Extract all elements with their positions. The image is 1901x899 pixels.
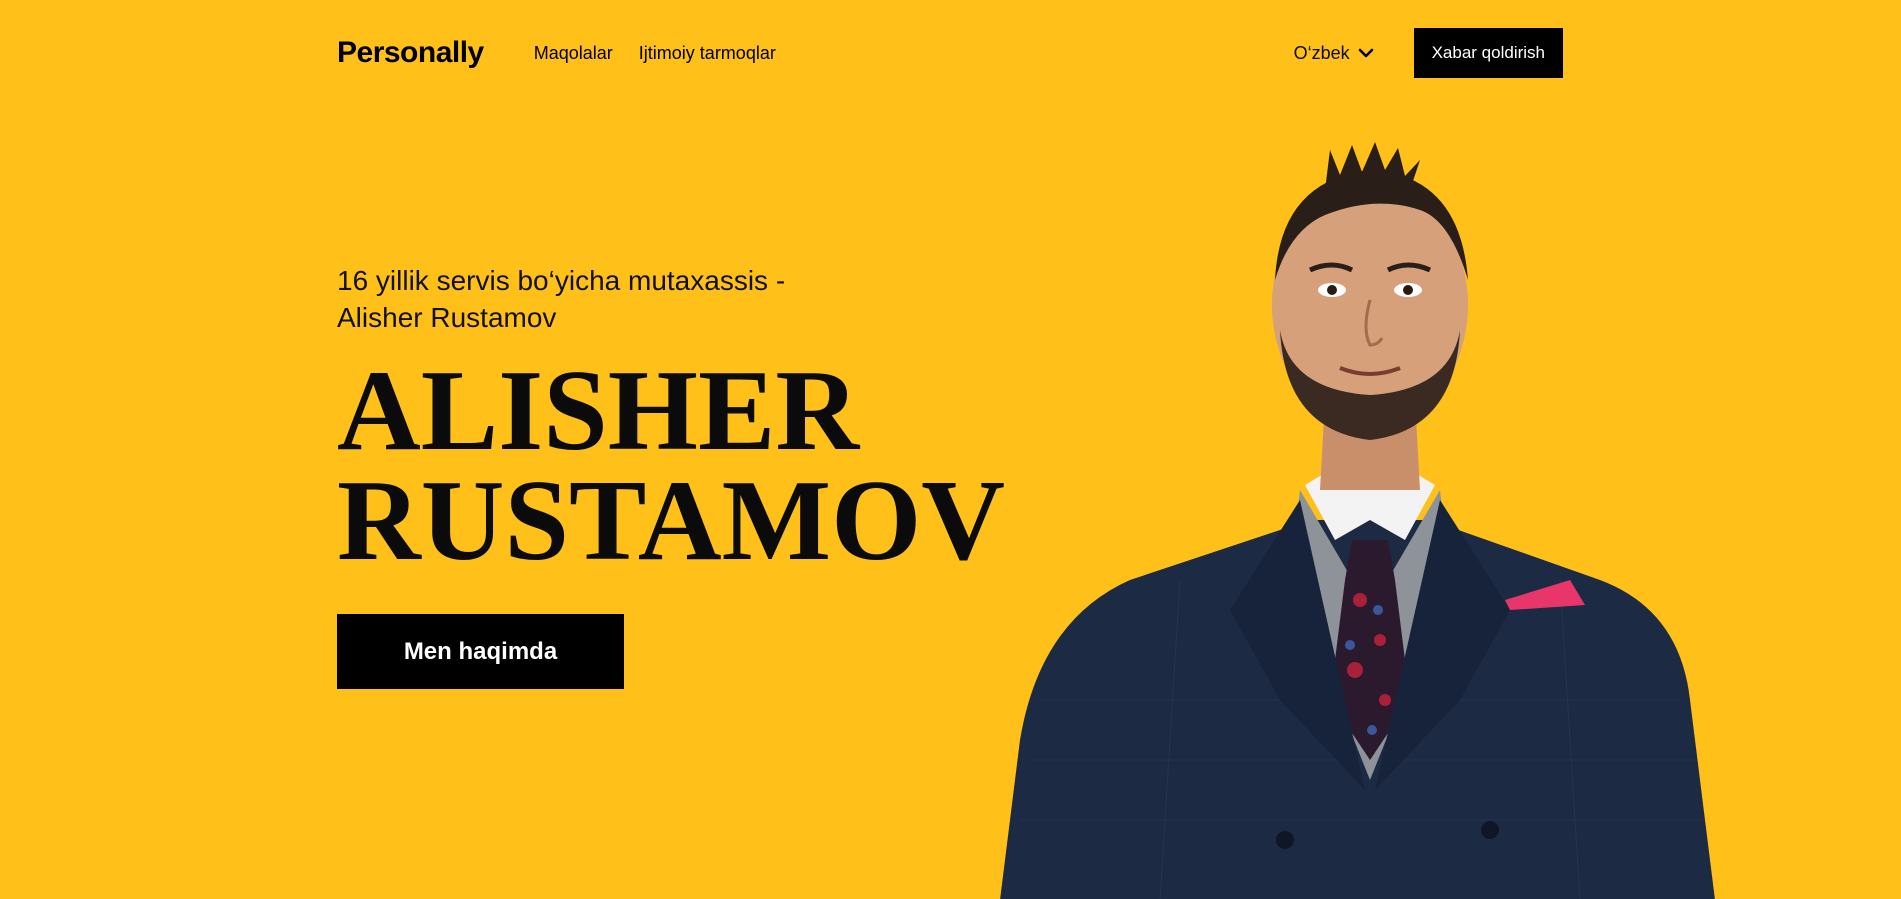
nav-link-social[interactable]: Ijtimoiy tarmoqlar [639,43,776,64]
chevron-down-icon [1358,48,1373,58]
hero-title: ALISHER RUSTAMOV [337,353,1057,579]
leave-message-button[interactable]: Xabar qoldirish [1413,28,1563,78]
portrait-photo [1000,142,1715,899]
hero-title-last: RUSTAMOV [337,457,1006,585]
page: Personally Maqolalar Ijtimoiy tarmoqlar … [0,0,1901,899]
hero-content: 16 yillik servis bo‘yicha mutaxassis - A… [337,262,1057,689]
site-header: Personally Maqolalar Ijtimoiy tarmoqlar … [337,28,1563,78]
language-label: O‘zbek [1293,42,1350,63]
main-nav: Maqolalar Ijtimoiy tarmoqlar [534,43,776,64]
hero-title-first: ALISHER [337,347,860,475]
language-selector[interactable]: O‘zbek [1294,43,1374,64]
header-actions: O‘zbek Xabar qoldirish [1294,28,1563,78]
about-me-button[interactable]: Men haqimda [337,614,624,689]
site-logo[interactable]: Personally [337,36,484,70]
hero-kicker: 16 yillik servis bo‘yicha mutaxassis - A… [337,265,786,333]
nav-link-articles[interactable]: Maqolalar [534,43,613,64]
